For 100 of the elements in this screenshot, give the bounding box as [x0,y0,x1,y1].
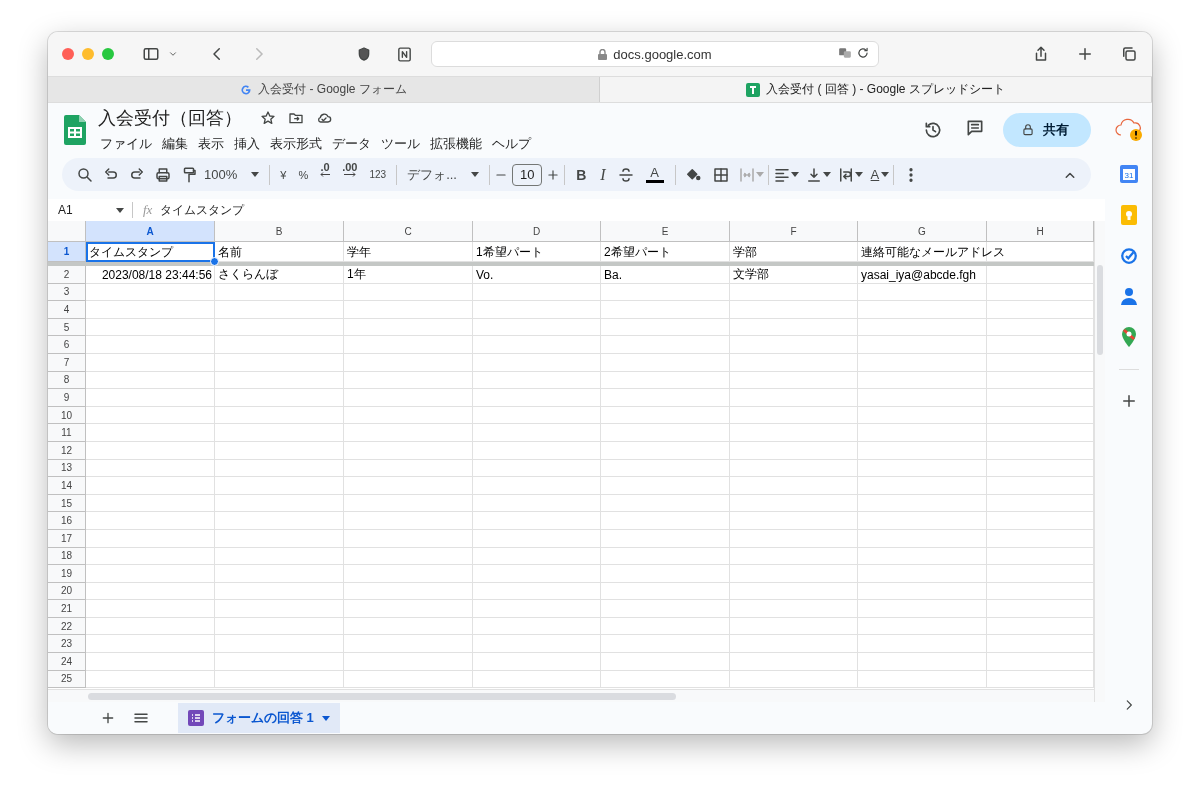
strikethrough-icon[interactable] [616,165,635,184]
caret-icon[interactable] [471,172,480,177]
number-format-button[interactable]: 123 [363,161,393,188]
plus-icon[interactable] [546,167,561,182]
column-header[interactable]: H [987,221,1094,242]
browser-tab[interactable]: 入会受付 ( 回答 ) - Google スプレッドシート [600,77,1152,102]
plus-icon [100,710,116,726]
row-header[interactable]: 4 [48,301,86,319]
fill-handle[interactable] [210,257,219,266]
column-header[interactable]: D [473,221,601,242]
map-pin-icon[interactable] [1121,327,1136,347]
text-color-button[interactable]: A [638,166,671,183]
row-header[interactable]: 1 [48,242,86,262]
search-icon[interactable] [76,165,94,184]
table-cell: 学部 [733,243,757,261]
url-text: docs.google.com [613,46,712,62]
text-rotation-button[interactable]: A [868,161,882,188]
column-header[interactable]: C [344,221,473,242]
cell-selection[interactable]: タイムスタンプ [86,242,215,262]
move-folder-icon[interactable] [288,110,304,126]
caret-icon[interactable] [251,172,260,177]
row-header[interactable]: 23 [48,635,86,654]
menu-item[interactable]: 表示 [196,134,230,154]
comment-icon[interactable] [965,118,985,138]
column-header[interactable]: B [215,221,344,242]
row-header[interactable]: 24 [48,653,86,671]
merge-cells-icon[interactable] [737,165,756,184]
close-button[interactable] [62,48,74,60]
menu-item[interactable]: 編集 [160,134,194,154]
table-cell: 1希望パート [476,243,543,261]
row-header[interactable]: 21 [48,600,86,618]
address-bar[interactable]: docs.google.com [431,41,879,67]
calendar-icon[interactable]: 31 [1119,165,1138,183]
document-title[interactable]: 入会受付（回答） [98,106,242,130]
row-header[interactable]: 14 [48,477,86,495]
caret-icon[interactable] [854,172,863,177]
zoom-dropdown[interactable]: 100% [198,161,266,188]
caret-icon[interactable] [790,172,799,177]
table-cell: 2023/08/18 23:44:56 [101,267,212,282]
font-dropdown[interactable]: デフォ... [401,161,486,188]
table-cell: タイムスタンプ [89,243,173,261]
menu-item[interactable]: ファイル [98,134,158,154]
menu-item[interactable]: 拡張機能 [428,134,488,154]
vertical-scrollbar[interactable] [1097,265,1103,355]
caret-icon[interactable] [822,172,831,177]
menu-item[interactable]: ヘルプ [490,134,537,154]
italic-button[interactable]: I [593,165,613,184]
table-cell: 文学部 [733,266,769,284]
tabs-overview-icon[interactable] [1120,45,1138,63]
tasks-icon[interactable] [1119,247,1138,265]
name-box[interactable]: A1 [48,203,116,217]
contacts-icon[interactable] [1120,287,1137,305]
font-size-field[interactable]: 10 [512,163,543,186]
sidebar-icon[interactable] [142,45,160,63]
sheets-logo-icon[interactable] [64,115,86,145]
table-cell: yasai_iya@abcde.fgh [861,267,976,282]
increase-decimal-button[interactable]: .00 [336,161,364,188]
share-button[interactable]: 共有 [1003,113,1091,147]
left-arrow-icon [320,171,331,177]
right-arrow-icon [343,171,356,177]
caret-icon[interactable] [881,172,890,177]
table-cell: Ba. [604,267,622,282]
table-cell: さくらんぼ [218,266,278,284]
star-icon[interactable] [260,110,276,126]
caret-icon[interactable] [116,207,124,213]
translate-icon[interactable] [838,46,852,60]
menu-item[interactable]: ツール [379,134,426,154]
browser-tab[interactable]: 入会受付 - Google フォーム [48,77,600,102]
shield-icon[interactable] [356,46,372,62]
row-header[interactable]: 9 [48,389,86,407]
sheet-tab[interactable]: フォームの回答 1 [178,703,340,733]
caret-icon[interactable] [321,715,330,721]
menu-item[interactable]: 挿入 [232,134,266,154]
column-header[interactable]: F [730,221,858,242]
formula-input[interactable]: タイムスタンプ [160,201,245,219]
bold-button[interactable]: B [569,166,594,183]
print-icon[interactable] [154,165,172,184]
horizontal-scrollbar[interactable] [88,692,676,700]
cloud-avatar-icon[interactable] [1114,117,1143,143]
column-header[interactable]: G [858,221,987,242]
tab-title: 入会受付 ( 回答 ) - Google スプレッドシート [766,81,1005,98]
menu-item[interactable]: 表示形式 [268,134,328,154]
menu-item[interactable]: データ [330,134,377,154]
chevron-down-icon[interactable] [168,49,178,59]
reload-icon[interactable] [856,46,870,60]
row-header[interactable]: 19 [48,565,86,583]
currency-button[interactable]: ¥ [274,161,293,188]
borders-icon[interactable] [711,165,730,184]
google-icon [240,83,253,96]
column-header[interactable]: E [601,221,730,242]
percent-button[interactable]: % [292,161,315,188]
decrease-decimal-button[interactable]: .0 [314,161,337,188]
row-header[interactable]: 6 [48,336,86,354]
row-header[interactable]: 2 [48,266,86,284]
row-header[interactable]: 16 [48,512,86,530]
table-cell: 名前 [218,243,242,261]
column-header[interactable]: A [86,221,215,242]
new-tab-icon[interactable] [1076,45,1094,63]
row-header[interactable]: 11 [48,424,86,442]
history-icon[interactable] [923,120,943,140]
